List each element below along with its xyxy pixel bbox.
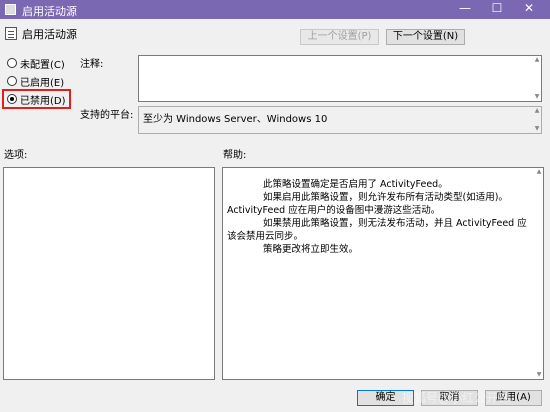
options-pane — [3, 167, 215, 380]
window-title: 启用活动源 — [22, 5, 77, 18]
help-line: 策略更改将立即生效。 — [263, 244, 359, 255]
radio-button[interactable] — [7, 76, 17, 86]
comment-scrollbar[interactable]: ▲ ▼ — [533, 56, 541, 101]
supported-scrollbar[interactable]: ▲ ▼ — [533, 107, 541, 133]
comment-field[interactable]: ▲ ▼ — [138, 55, 542, 102]
close-icon[interactable]: ✕ — [516, 0, 542, 19]
help-label: 帮助: — [223, 150, 247, 161]
radio-label: 已禁用(D) — [20, 95, 66, 107]
radio-enabled[interactable]: 已启用(E) — [7, 74, 65, 89]
policy-icon — [5, 4, 16, 15]
help-line: 如果禁用此策略设置，则无法发布活动，并且 ActivityFeed 应 — [263, 218, 527, 229]
scroll-down-icon[interactable]: ▼ — [535, 371, 543, 379]
radio-disabled[interactable]: 已禁用(D) — [7, 92, 66, 107]
radio-not-configured[interactable]: 未配置(C) — [7, 56, 65, 71]
minimize-icon[interactable]: — — [452, 0, 478, 19]
supported-platforms-label: 支持的平台: — [80, 110, 134, 121]
help-line: 如果启用此策略设置，则允许发布所有活动类型(如适用)。 — [263, 192, 508, 203]
scroll-up-icon[interactable]: ▲ — [535, 168, 543, 176]
watermark: 搜狐号@小红公开课 — [402, 391, 511, 405]
help-scrollbar[interactable]: ▲ ▼ — [535, 168, 543, 379]
setting-title: 启用活动源 — [22, 28, 77, 41]
scroll-down-icon[interactable]: ▼ — [533, 93, 541, 101]
previous-setting-button[interactable]: 上一个设置(P) — [300, 29, 379, 45]
radio-button[interactable] — [7, 58, 17, 68]
radio-label: 已启用(E) — [20, 77, 65, 89]
help-text: 此策略设置确定是否启用了 ActivityFeed。 如果启用此策略设置，则允许… — [227, 178, 539, 256]
scroll-down-icon[interactable]: ▼ — [533, 125, 541, 133]
scroll-up-icon[interactable]: ▲ — [533, 107, 541, 115]
help-line: 该会禁用云同步。 — [227, 231, 304, 242]
help-line: ActivityFeed 应在用户的设备图中漫游这些活动。 — [227, 205, 441, 216]
supported-platforms-field: 至少为 Windows Server、Windows 10 ▲ ▼ — [138, 106, 542, 134]
options-label: 选项: — [4, 150, 28, 161]
supported-platforms-value: 至少为 Windows Server、Windows 10 — [143, 114, 328, 125]
radio-label: 未配置(C) — [20, 59, 65, 71]
help-pane: 此策略设置确定是否启用了 ActivityFeed。 如果启用此策略设置，则允许… — [222, 167, 544, 380]
radio-button[interactable] — [7, 94, 17, 104]
maximize-icon[interactable]: ☐ — [484, 0, 510, 19]
policy-setting-icon — [5, 27, 17, 40]
next-setting-button[interactable]: 下一个设置(N) — [386, 29, 465, 45]
scroll-up-icon[interactable]: ▲ — [533, 56, 541, 64]
help-line: 此策略设置确定是否启用了 ActivityFeed。 — [263, 179, 448, 190]
title-bar: 启用活动源 — ☐ ✕ — [0, 0, 550, 19]
comment-label: 注释: — [80, 59, 104, 70]
